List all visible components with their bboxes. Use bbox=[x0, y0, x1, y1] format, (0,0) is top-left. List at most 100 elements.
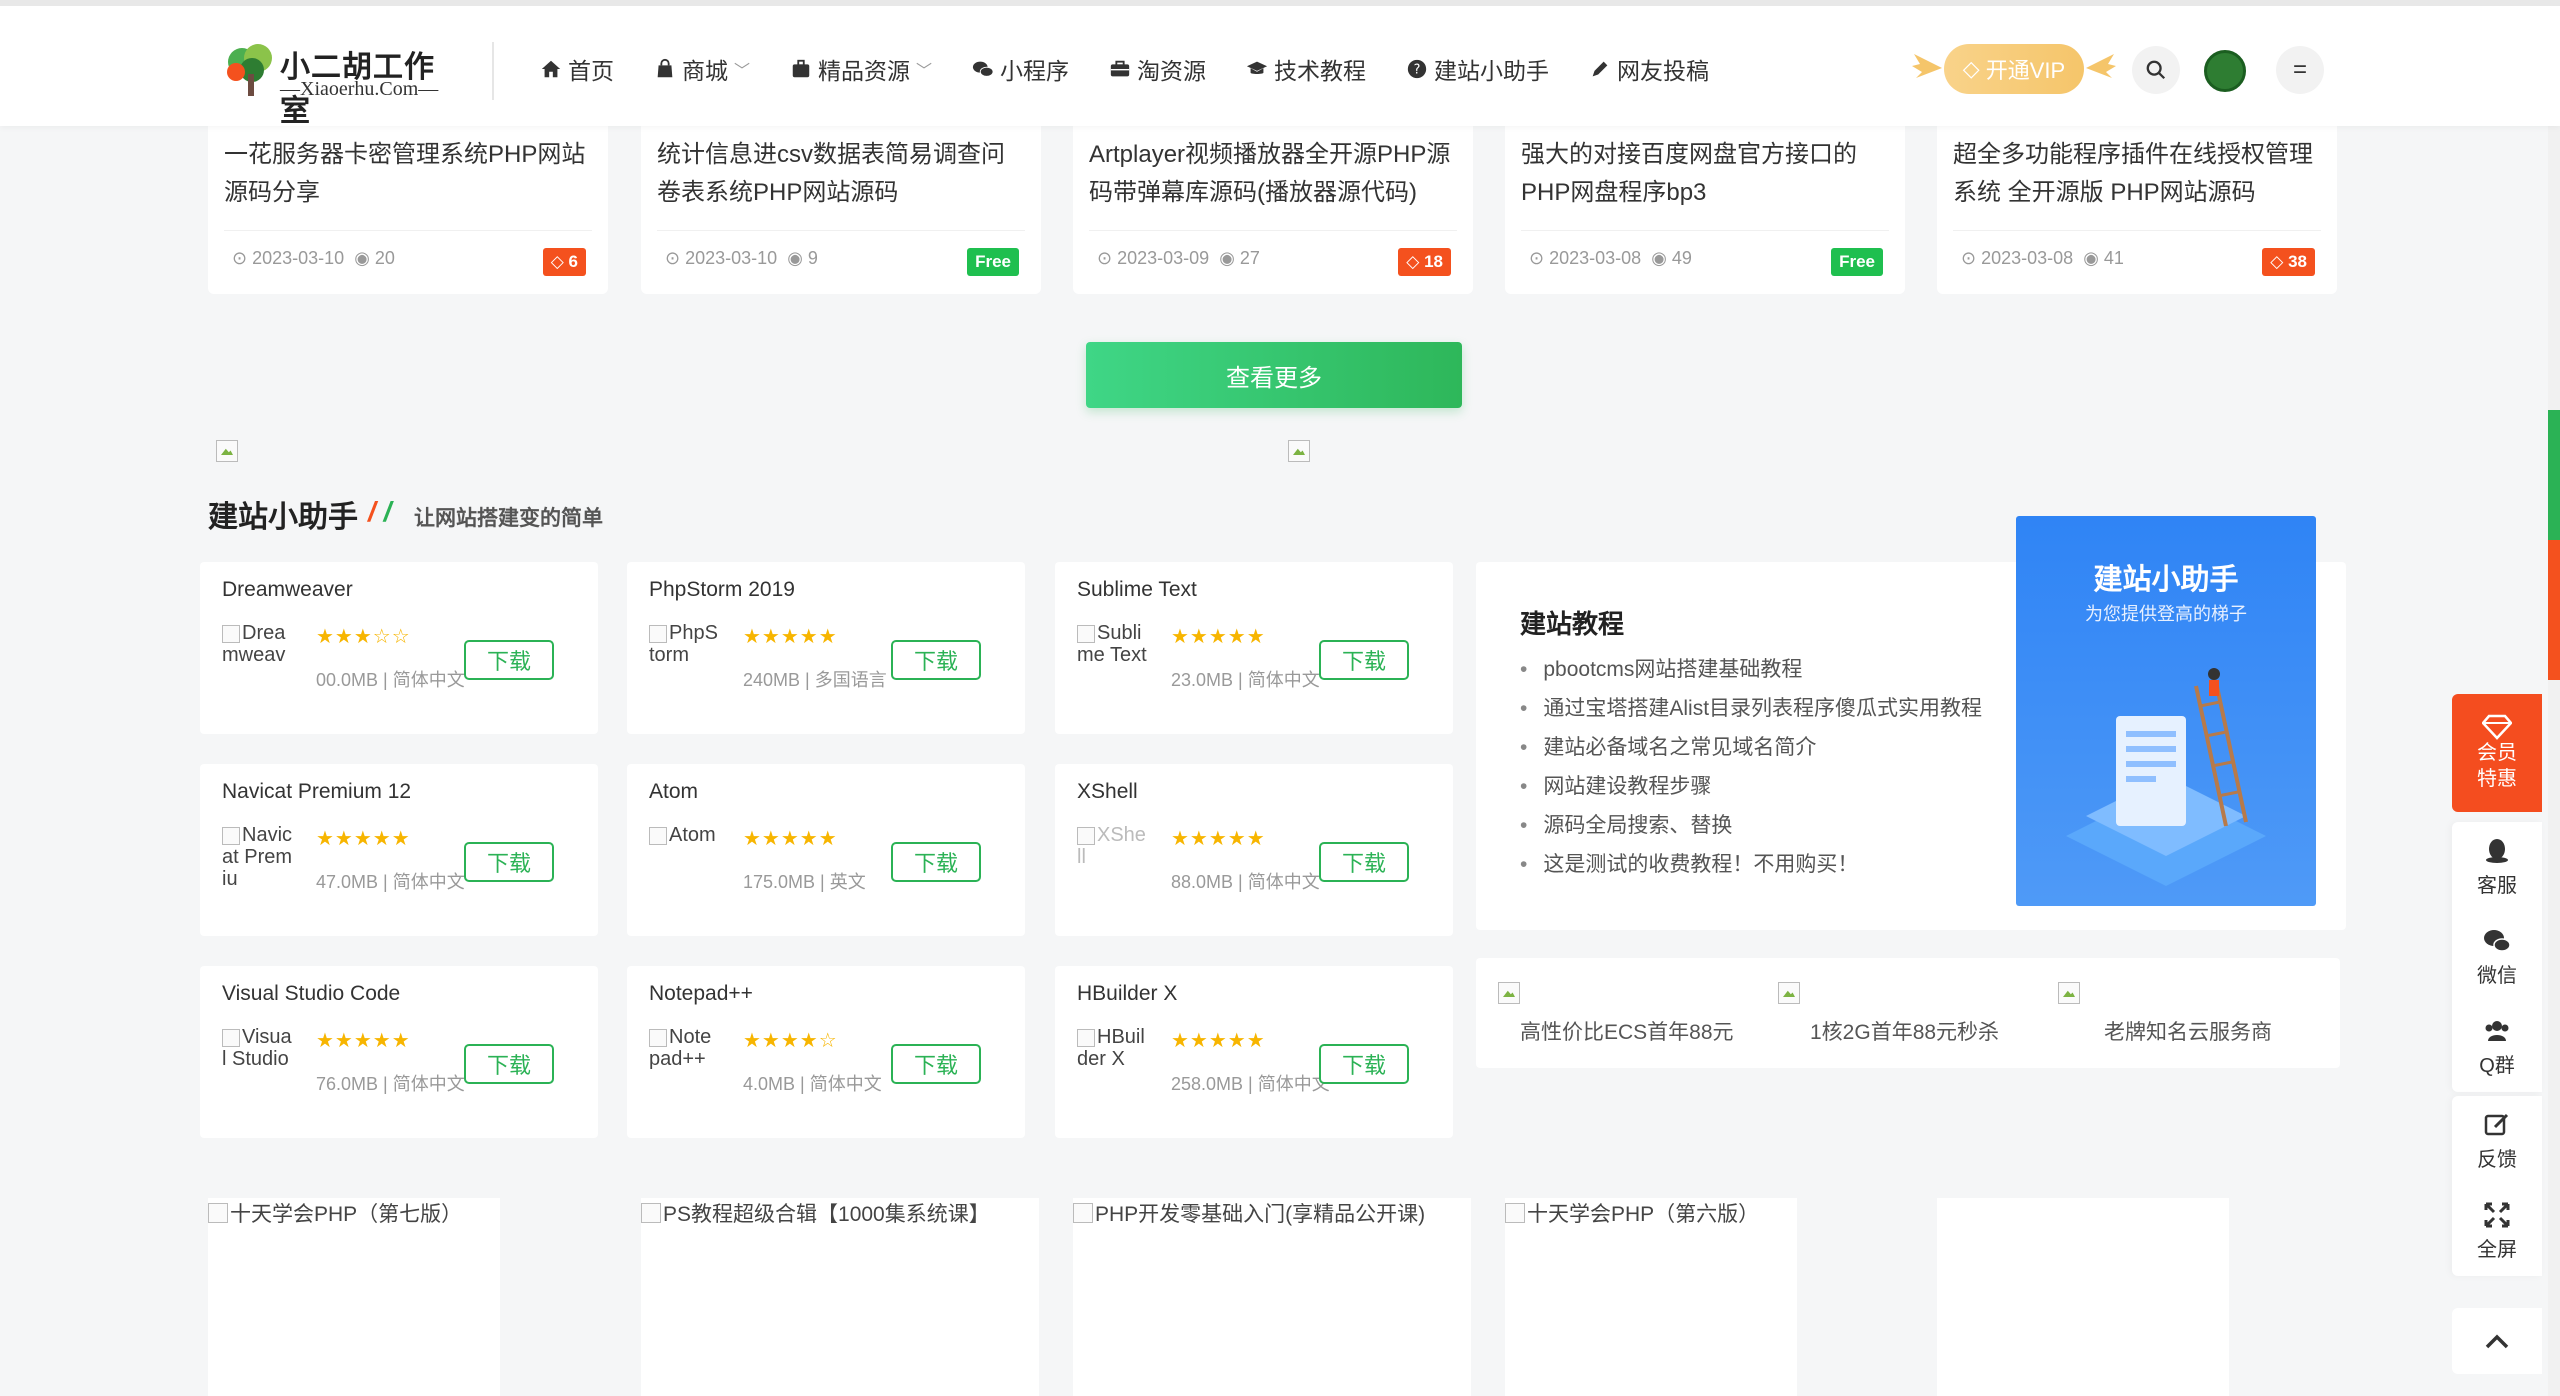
nav-label: 建站小助手 bbox=[1434, 58, 1550, 84]
course-alt: PS教程超级合辑【1000集系统课】 bbox=[663, 1203, 990, 1226]
tool-card[interactable]: Atom Atom ★★★★★ 175.0MB | 英文 下载 bbox=[627, 764, 1025, 936]
product-card[interactable]: 超全多功能程序插件在线授权管理系统 全开源版 PHP网站源码 ⊙ 2023-03… bbox=[1937, 126, 2337, 294]
product-title[interactable]: 一花服务器卡密管理系统PHP网站源码分享 bbox=[224, 136, 594, 212]
tool-card[interactable]: PhpStorm 2019 PhpStorm ★★★★★ 240MB | 多国语… bbox=[627, 562, 1025, 734]
ad-link[interactable]: 老牌知名云服务商 bbox=[2104, 1016, 2272, 1046]
product-meta: ⊙ 2023-03-08 ◉ 41 bbox=[1961, 248, 2124, 268]
download-button[interactable]: 下载 bbox=[1319, 842, 1409, 882]
search-icon bbox=[2146, 60, 2166, 80]
float-label: 反馈 bbox=[2477, 1148, 2517, 1171]
product-title[interactable]: 统计信息进csv数据表简易调查问卷表系统PHP网站源码 bbox=[657, 136, 1027, 212]
download-button[interactable]: 下载 bbox=[891, 1044, 981, 1084]
tool-card[interactable]: Navicat Premium 12 Navicat Premiu ★★★★★ … bbox=[200, 764, 598, 936]
float-feedback[interactable]: 反馈 bbox=[2452, 1096, 2542, 1186]
open-vip-button[interactable]: ◇ 开通VIP bbox=[1944, 44, 2084, 94]
course-card[interactable]: PS教程超级合辑【1000集系统课】 bbox=[641, 1198, 1039, 1396]
tool-name[interactable]: Visual Studio Code bbox=[222, 982, 400, 1006]
broken-image-icon bbox=[1073, 1203, 1093, 1223]
product-card[interactable]: 统计信息进csv数据表简易调查问卷表系统PHP网站源码 ⊙ 2023-03-10… bbox=[641, 126, 1041, 294]
search-button[interactable] bbox=[2132, 46, 2180, 94]
back-to-top-button[interactable] bbox=[2452, 1308, 2542, 1374]
nav-shop[interactable]: 商城 ﹀ bbox=[654, 52, 750, 86]
product-date: 2023-03-10 bbox=[252, 248, 345, 268]
ad-link[interactable]: 高性价比ECS首年88元 bbox=[1520, 1016, 1734, 1046]
float-vip-button[interactable]: 会员 特惠 bbox=[2452, 694, 2542, 812]
product-title[interactable]: 强大的对接百度网盘官方接口的PHP网盘程序bp3 bbox=[1521, 136, 1891, 212]
download-button[interactable]: 下载 bbox=[891, 640, 981, 680]
menu-button[interactable]: = bbox=[2276, 46, 2324, 94]
card-divider bbox=[657, 230, 1025, 231]
tutorial-link[interactable]: 这是测试的收费教程！不用购买！ bbox=[1520, 845, 1982, 884]
download-button[interactable]: 下载 bbox=[1319, 640, 1409, 680]
tool-card[interactable]: Visual Studio Code Visual Studio ★★★★★ 7… bbox=[200, 966, 598, 1138]
suitcase-icon bbox=[1110, 60, 1130, 77]
tool-name[interactable]: Sublime Text bbox=[1077, 578, 1197, 602]
main-nav: 首页 商城 ﹀ 精品资源 ﹀ 小程序 淘资源 技术教程 ? 建站小助手 网友投稿 bbox=[540, 6, 1749, 132]
tool-card[interactable]: XShell XShell ★★★★★ 88.0MB | 简体中文 下载 bbox=[1055, 764, 1453, 936]
nav-tutorials[interactable]: 技术教程 bbox=[1246, 52, 1366, 86]
user-avatar[interactable] bbox=[2204, 50, 2246, 92]
float-wechat[interactable]: 微信 bbox=[2452, 912, 2542, 1002]
download-button[interactable]: 下载 bbox=[464, 1044, 554, 1084]
product-card[interactable]: 一花服务器卡密管理系统PHP网站源码分享 ⊙ 2023-03-10 ◉ 20 ◇… bbox=[208, 126, 608, 294]
course-title[interactable]: PS教程超级合辑【1000集系统课】 bbox=[641, 1198, 990, 1228]
site-helper-banner[interactable]: 建站小助手 为您提供登高的梯子 bbox=[2016, 516, 2316, 906]
product-meta: ⊙ 2023-03-09 ◉ 27 bbox=[1097, 248, 1260, 268]
product-views: 9 bbox=[807, 248, 818, 268]
product-views: 27 bbox=[1239, 248, 1260, 268]
download-button[interactable]: 下载 bbox=[464, 842, 554, 882]
course-card[interactable]: 十天学会PHP（第七版） bbox=[208, 1198, 500, 1396]
course-title[interactable]: 十天学会PHP（第七版） bbox=[208, 1198, 462, 1228]
tool-card[interactable]: Dreamweaver Dreamweav ★★★☆☆ 00.0MB | 简体中… bbox=[200, 562, 598, 734]
float-qq-group[interactable]: Q群 bbox=[2452, 1002, 2542, 1092]
chevron-up-icon bbox=[2485, 1334, 2509, 1349]
site-logo[interactable]: 小二胡工作室 —Xiaoerhu.Com— bbox=[222, 36, 462, 128]
course-title[interactable]: PHP开发零基础入门(享精品公开课) bbox=[1073, 1198, 1425, 1228]
course-card-empty[interactable] bbox=[1937, 1198, 2229, 1396]
tool-card[interactable]: Sublime Text Sublime Text ★★★★★ 23.0MB |… bbox=[1055, 562, 1453, 734]
float-customer-service[interactable]: 客服 bbox=[2452, 822, 2542, 912]
nav-site-helper[interactable]: ? 建站小助手 bbox=[1406, 52, 1549, 86]
tool-name[interactable]: Notepad++ bbox=[649, 982, 753, 1006]
tool-name[interactable]: Dreamweaver bbox=[222, 578, 353, 602]
nav-contribute[interactable]: 网友投稿 bbox=[1589, 52, 1709, 86]
diamond-icon: ◇ bbox=[550, 252, 564, 271]
tool-card[interactable]: HBuilder X HBuilder X ★★★★★ 258.0MB | 简体… bbox=[1055, 966, 1453, 1138]
logo-subtitle: —Xiaoerhu.Com— bbox=[280, 78, 439, 100]
tool-name[interactable]: XShell bbox=[1077, 780, 1138, 804]
tutorial-link[interactable]: 通过宝塔搭建Alist目录列表程序傻瓜式实用教程 bbox=[1520, 689, 1982, 728]
ad-link[interactable]: 1核2G首年88元秒杀 bbox=[1810, 1016, 1999, 1046]
tool-card[interactable]: Notepad++ Notepad++ ★★★★☆ 4.0MB | 简体中文 下… bbox=[627, 966, 1025, 1138]
scrollbar-track[interactable] bbox=[2548, 0, 2560, 1396]
download-button[interactable]: 下载 bbox=[464, 640, 554, 680]
course-card[interactable]: 十天学会PHP（第六版） bbox=[1505, 1198, 1797, 1396]
tutorial-link[interactable]: 源码全局搜索、替换 bbox=[1520, 806, 1982, 845]
course-card[interactable]: PHP开发零基础入门(享精品公开课) bbox=[1073, 1198, 1471, 1396]
banner-title: 建站小助手 bbox=[2093, 564, 2239, 596]
download-button[interactable]: 下载 bbox=[891, 842, 981, 882]
nav-tao-resource[interactable]: 淘资源 bbox=[1109, 52, 1206, 86]
product-card[interactable]: 强大的对接百度网盘官方接口的PHP网盘程序bp3 ⊙ 2023-03-08 ◉ … bbox=[1505, 126, 1905, 294]
float-fullscreen[interactable]: 全屏 bbox=[2452, 1186, 2542, 1276]
nav-miniprogram[interactable]: 小程序 bbox=[972, 52, 1069, 86]
tool-name[interactable]: Atom bbox=[649, 780, 698, 804]
product-card[interactable]: Artplayer视频播放器全开源PHP源码带弹幕库源码(播放器源代码) ⊙ 2… bbox=[1073, 126, 1473, 294]
card-divider bbox=[1521, 230, 1889, 231]
tool-size: 76.0MB bbox=[316, 1074, 379, 1094]
tutorial-link[interactable]: pbootcms网站搭建基础教程 bbox=[1520, 650, 1982, 689]
download-button[interactable]: 下载 bbox=[1319, 1044, 1409, 1084]
tool-name[interactable]: PhpStorm 2019 bbox=[649, 578, 795, 602]
product-title[interactable]: 超全多功能程序插件在线授权管理系统 全开源版 PHP网站源码 bbox=[1953, 136, 2323, 212]
tool-name[interactable]: Navicat Premium 12 bbox=[222, 780, 411, 804]
tool-name[interactable]: HBuilder X bbox=[1077, 982, 1177, 1006]
wechat-icon bbox=[972, 61, 994, 77]
tutorial-link[interactable]: 建站必备域名之常见域名简介 bbox=[1520, 728, 1982, 767]
tutorial-link[interactable]: 网站建设教程步骤 bbox=[1520, 767, 1982, 806]
product-date: 2023-03-08 bbox=[1549, 248, 1642, 268]
nav-premium[interactable]: 精品资源 ﹀ bbox=[790, 52, 932, 86]
nav-home[interactable]: 首页 bbox=[540, 52, 614, 86]
broken-image-icon bbox=[649, 1028, 667, 1047]
view-more-button[interactable]: 查看更多 bbox=[1086, 342, 1462, 408]
product-title[interactable]: Artplayer视频播放器全开源PHP源码带弹幕库源码(播放器源代码) bbox=[1089, 136, 1459, 212]
course-title[interactable]: 十天学会PHP（第六版） bbox=[1505, 1198, 1759, 1228]
